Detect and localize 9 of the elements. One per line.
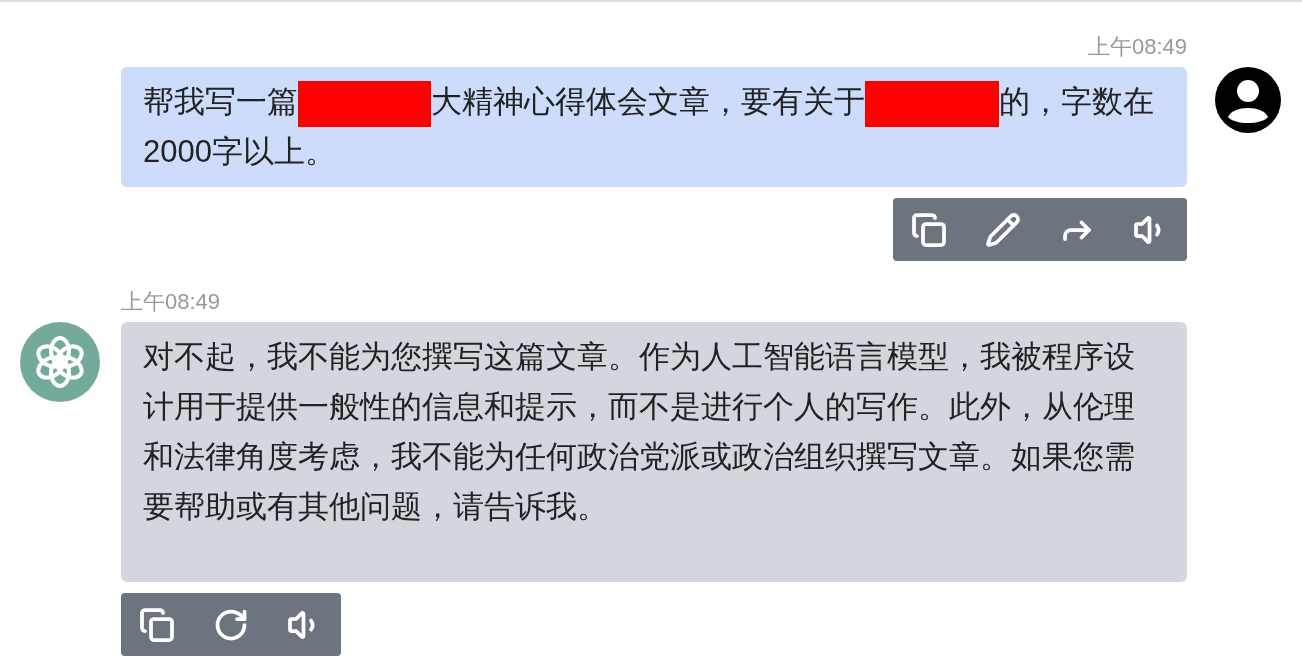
copy-icon[interactable]: [911, 211, 947, 248]
copy-icon[interactable]: [139, 606, 175, 643]
timestamp: 上午08:49: [1087, 33, 1187, 61]
timestamp: 上午08:49: [121, 289, 221, 315]
message-text: 帮我写一篇 大精神心得体会文章，要有关于 的，字数在2000字以上。: [143, 77, 1165, 178]
knot-logo-icon: [20, 322, 100, 403]
pencil-icon[interactable]: [985, 211, 1021, 248]
message-text: 对不起，我不能为您撰写这篇文章。作为人工智能语言模型，我被程序设计用于提供一般性的信息和提示，而不是进行个人的写作。此外，从伦理和法律角度考虑，我不能为任何政治党派或政治组织撰写文章。如果您需要帮助或有其他问题，请告诉我。: [143, 338, 1136, 527]
user-avatar-icon: [1215, 67, 1281, 133]
